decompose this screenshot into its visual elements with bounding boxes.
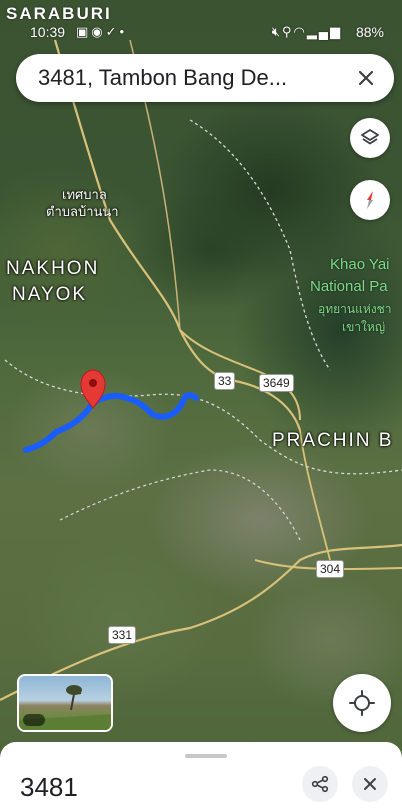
route-shield-331: 331 xyxy=(108,626,137,644)
location-pin[interactable] xyxy=(80,369,106,409)
dot-icon: • xyxy=(119,24,128,39)
close-icon xyxy=(358,70,374,86)
share-button[interactable] xyxy=(302,766,338,802)
map-label-prachin: PRACHIN B xyxy=(272,430,394,451)
status-time: 10:39 xyxy=(30,24,66,40)
search-query[interactable]: 3481, Tambon Bang De... xyxy=(38,65,338,91)
border xyxy=(4,359,402,475)
map-label-tambon: ตำบลบ้านนา xyxy=(46,204,119,219)
share-icon xyxy=(311,775,329,793)
status-right-icons: 🔇︎⚲◠▂▄▆ xyxy=(272,24,342,40)
settings-icon: ◉ xyxy=(91,24,106,39)
battery-level: 88% xyxy=(355,24,384,40)
map-label-khao-yai-th-2: เขาใหญ่ xyxy=(342,320,386,334)
place-title: 3481 xyxy=(20,772,78,802)
bottom-sheet[interactable]: 3481 xyxy=(0,742,402,810)
close-sheet-button[interactable] xyxy=(352,766,388,802)
map-label-khao-yai-th-1: อุทยานแห่งชา xyxy=(318,302,392,316)
wifi-icon: ◠ xyxy=(293,24,307,39)
street-view-thumbnail[interactable] xyxy=(17,674,113,732)
map-label-saraburi: SARABURI xyxy=(6,4,112,23)
location-icon: ⚲ xyxy=(281,24,294,39)
check-icon: ✓ xyxy=(105,24,120,39)
route-shield-304: 304 xyxy=(316,560,345,578)
drag-handle[interactable] xyxy=(185,754,227,758)
signal-icon: ▂▄▆ xyxy=(306,24,342,39)
map-label-khao-yai: Khao Yai xyxy=(330,256,390,273)
close-icon xyxy=(364,778,376,790)
compass-icon xyxy=(367,191,373,209)
route-shield-33: 33 xyxy=(214,372,236,390)
map-label-nakhon: NAKHON xyxy=(6,258,100,279)
border xyxy=(59,469,301,541)
layers-icon xyxy=(361,129,379,145)
search-bar[interactable]: 3481, Tambon Bang De... xyxy=(16,54,394,102)
layers-button[interactable] xyxy=(350,118,390,158)
route-shield-3649: 3649 xyxy=(259,374,294,392)
mute-icon: 🔇︎ xyxy=(271,24,282,39)
my-location-button[interactable] xyxy=(333,674,391,732)
compass-button[interactable] xyxy=(350,180,390,220)
photo-icon: ▣ xyxy=(76,24,92,39)
close-search-button[interactable] xyxy=(348,60,384,96)
map-label-national-park: National Pa xyxy=(310,278,388,295)
route-line[interactable] xyxy=(23,392,199,453)
street-view-icon xyxy=(23,714,45,726)
map-label-nayok: NAYOK xyxy=(12,284,88,305)
border xyxy=(189,119,331,371)
crosshair-icon xyxy=(349,690,375,716)
status-left-icons: ▣◉✓• xyxy=(76,24,127,40)
status-bar: SARABURI 10:39 ▣◉✓• 🔇︎⚲◠▂▄▆ 88% xyxy=(0,0,402,44)
